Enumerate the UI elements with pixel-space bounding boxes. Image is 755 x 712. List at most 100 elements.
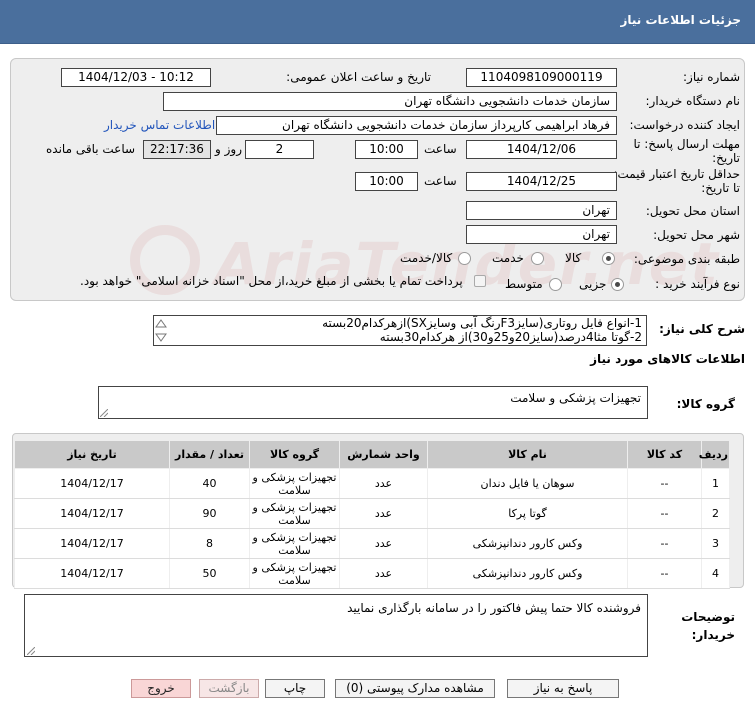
- summary-label: شرح کلی نیاز:: [659, 322, 745, 336]
- cell-code: --: [627, 468, 702, 499]
- remaining-time-field: 22:17:36: [143, 140, 211, 159]
- cell-unit: عدد: [339, 498, 428, 529]
- creator-label: ایجاد کننده درخواست:: [629, 118, 740, 132]
- cell-unit: عدد: [339, 468, 428, 499]
- process-medium-label: متوسط: [505, 277, 543, 291]
- cell-group: تجهیزات پزشکی و سلامت: [249, 558, 340, 589]
- validity-time-field: 10:00: [355, 172, 418, 191]
- cell-row-number: 3: [701, 528, 730, 559]
- treasury-checkbox[interactable]: [474, 275, 486, 287]
- col-header-group: گروه کالا: [249, 440, 340, 469]
- buyer-org-label: نام دستگاه خریدار:: [645, 94, 741, 108]
- city-label: شهر محل تحویل:: [653, 228, 740, 242]
- goods-group-label: گروه کالا:: [676, 397, 735, 411]
- category-service-label: خدمت: [492, 251, 524, 265]
- process-minor-label: جزیی: [579, 277, 607, 291]
- cell-group: تجهیزات پزشکی و سلامت: [249, 468, 340, 499]
- cell-code: --: [627, 498, 702, 529]
- cell-need-date: 1404/12/17: [14, 468, 170, 499]
- validity-label: حداقل تاریخ اعتبار قیمت: تا تاریخ:: [613, 167, 740, 195]
- province-label: استان محل تحویل:: [645, 204, 740, 218]
- announce-label: تاریخ و ساعت اعلان عمومی:: [286, 70, 431, 84]
- cell-name: وکس کارور دندانپزشکی: [427, 528, 628, 559]
- table-row[interactable]: 4 -- وکس کارور دندانپزشکی عدد تجهیزات پز…: [14, 558, 730, 589]
- cell-need-date: 1404/12/17: [14, 558, 170, 589]
- cell-need-date: 1404/12/17: [14, 498, 170, 529]
- category-goods-radio[interactable]: [602, 252, 615, 265]
- process-label: نوع فرآیند خرید :: [655, 277, 740, 291]
- table-row[interactable]: 1 -- سوهان یا فایل دندان عدد تجهیزات پزش…: [14, 468, 730, 499]
- deadline-time-field: 10:00: [355, 140, 418, 159]
- scroll-spinner-icon[interactable]: [155, 317, 167, 344]
- deadline-label: مهلت ارسال پاسخ: تا تاریخ:: [633, 137, 740, 165]
- treasury-note: پرداخت تمام یا بخشی از مبلغ خرید،از محل …: [80, 274, 463, 288]
- buyer-org-field: سازمان خدمات دانشجویی دانشگاه تهران: [163, 92, 617, 111]
- city-field: تهران: [466, 225, 617, 244]
- cell-row-number: 4: [701, 558, 730, 589]
- col-header-unit: واحد شمارش: [339, 440, 428, 469]
- buyer-contact-link[interactable]: اطلاعات تماس خریدار: [104, 118, 215, 132]
- cell-code: --: [627, 528, 702, 559]
- col-header-need-date: تاریخ نیاز: [14, 440, 170, 469]
- remaining-time-label: ساعت باقی مانده: [46, 142, 136, 156]
- category-goods-service-radio[interactable]: [458, 252, 471, 265]
- cell-group: تجهیزات پزشکی و سلامت: [249, 528, 340, 559]
- need-number-field: 1104098109000119: [466, 68, 617, 87]
- goods-group-textarea[interactable]: تجهیزات پزشکی و سلامت: [98, 386, 648, 419]
- province-field: تهران: [466, 201, 617, 220]
- process-medium-radio[interactable]: [549, 278, 562, 291]
- print-button[interactable]: چاپ: [265, 679, 325, 698]
- notes-label-line-1: توضیحات: [681, 610, 735, 624]
- cell-group: تجهیزات پزشکی و سلامت: [249, 498, 340, 529]
- deadline-time-label: ساعت: [424, 142, 457, 156]
- cell-code: --: [627, 558, 702, 589]
- col-header-row-number: ردیف: [699, 440, 730, 469]
- page-title: جزئیات اطلاعات نیاز: [620, 13, 741, 27]
- summary-textarea[interactable]: 1-انواع فایل روتاری(سایزF3رنگ آبی وسایزS…: [153, 315, 647, 346]
- category-goods-service-label: کالا/خدمت: [400, 251, 453, 265]
- days-remaining-field: 2: [245, 140, 314, 159]
- process-minor-radio[interactable]: [611, 278, 624, 291]
- cell-quantity: 90: [169, 498, 250, 529]
- cell-quantity: 40: [169, 468, 250, 499]
- resize-handle-icon[interactable]: [27, 647, 35, 655]
- deadline-date-field: 1404/12/06: [466, 140, 617, 159]
- back-button[interactable]: بازگشت: [199, 679, 259, 698]
- cell-need-date: 1404/12/17: [14, 528, 170, 559]
- summary-line-2: 2-گوتا مثا4درصد(سایز20و25و30)از هرکدام30…: [379, 330, 642, 344]
- goods-section-title: اطلاعات کالاهای مورد نیاز: [590, 352, 745, 366]
- creator-field: فرهاد ابراهیمی کارپرداز سازمان خدمات دان…: [216, 116, 617, 135]
- table-row[interactable]: 2 -- گوتا پرکا عدد تجهیزات پزشکی و سلامت…: [14, 498, 730, 529]
- col-header-name: نام کالا: [427, 440, 628, 469]
- resize-handle-icon[interactable]: [100, 409, 108, 417]
- exit-button[interactable]: خروج: [131, 679, 191, 698]
- category-goods-label: کالا: [565, 251, 582, 265]
- buyer-notes-value: فروشنده کالا حتما پیش فاکتور را در سامان…: [347, 601, 641, 615]
- cell-name: گوتا پرکا: [427, 498, 628, 529]
- validity-time-label: ساعت: [424, 174, 457, 188]
- cell-name: سوهان یا فایل دندان: [427, 468, 628, 499]
- cell-quantity: 50: [169, 558, 250, 589]
- reply-button[interactable]: پاسخ به نیاز: [507, 679, 619, 698]
- cell-quantity: 8: [169, 528, 250, 559]
- cell-unit: عدد: [339, 528, 428, 559]
- table-row[interactable]: 3 -- وکس کارور دندانپزشکی عدد تجهیزات پز…: [14, 528, 730, 559]
- need-number-label: شماره نیاز:: [683, 70, 740, 84]
- announce-field: 1404/12/03 - 10:12: [61, 68, 211, 87]
- cell-name: وکس کارور دندانپزشکی: [427, 558, 628, 589]
- category-label: طبقه بندی موضوعی:: [633, 252, 740, 266]
- cell-row-number: 1: [701, 468, 730, 499]
- goods-table: ردیف کد کالا نام کالا واحد شمارش گروه کا…: [14, 440, 730, 589]
- summary-line-1: 1-انواع فایل روتاری(سایزF3رنگ آبی وسایزS…: [322, 316, 642, 330]
- buyer-notes-textarea[interactable]: فروشنده کالا حتما پیش فاکتور را در سامان…: [24, 594, 648, 657]
- view-attachments-button[interactable]: مشاهده مدارک پیوستی (0): [335, 679, 495, 698]
- days-label: روز و: [215, 142, 242, 156]
- col-header-code: کد کالا: [627, 440, 702, 469]
- goods-group-value: تجهیزات پزشکی و سلامت: [510, 391, 641, 405]
- category-service-radio[interactable]: [531, 252, 544, 265]
- cell-unit: عدد: [339, 558, 428, 589]
- cell-row-number: 2: [701, 498, 730, 529]
- table-header-row: ردیف کد کالا نام کالا واحد شمارش گروه کا…: [14, 440, 730, 469]
- validity-date-field: 1404/12/25: [466, 172, 617, 191]
- notes-label-line-2: خریدار:: [691, 628, 735, 642]
